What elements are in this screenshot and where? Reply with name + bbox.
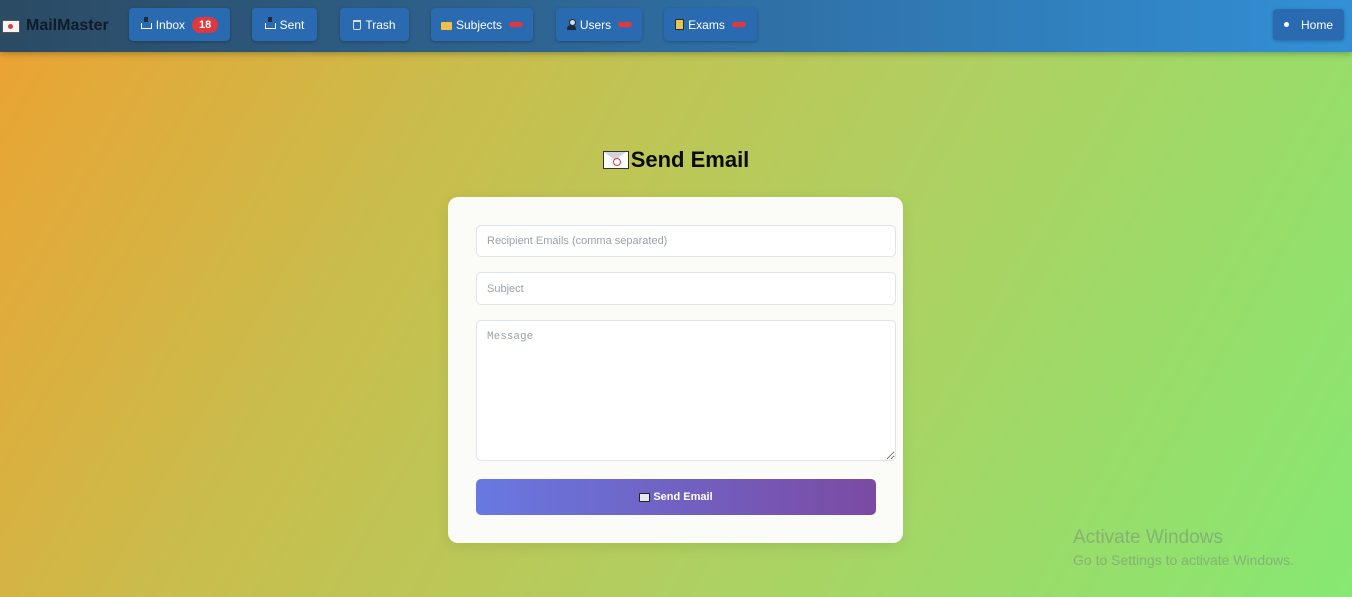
nav-inbox-button[interactable]: Inbox 18	[129, 8, 230, 41]
nav-exams-button[interactable]: Exams	[664, 8, 757, 41]
nav-home-label: Home	[1300, 17, 1333, 32]
nav-subjects-button[interactable]: Subjects	[431, 8, 533, 41]
nav-sent-button[interactable]: Sent	[252, 8, 317, 41]
trash-icon	[353, 19, 362, 30]
page-title-text: Send Email	[630, 147, 750, 172]
bullet-icon	[1283, 22, 1289, 27]
brand[interactable]: MailMaster	[2, 14, 109, 38]
top-navbar: MailMaster Inbox 18 Sent Trash Subjects …	[0, 0, 1352, 52]
exams-badge	[731, 22, 746, 27]
envelope-icon	[2, 19, 20, 33]
send-email-label: Send Email	[653, 491, 713, 503]
activate-windows-title: Activate Windows	[1073, 527, 1223, 548]
book-icon	[675, 19, 685, 30]
page-title: Send Email	[0, 147, 1352, 173]
nav-inbox-label: Inbox	[155, 17, 186, 32]
email-envelope-icon	[602, 151, 629, 169]
nav-trash-label: Trash	[365, 17, 396, 32]
send-email-button[interactable]: Send Email	[476, 479, 876, 515]
nav-home-button[interactable]: Home	[1273, 9, 1344, 40]
nav-users-label: Users	[579, 17, 612, 32]
user-icon	[566, 19, 576, 30]
send-email-form: Send Email	[448, 197, 903, 543]
nav-trash-button[interactable]: Trash	[340, 8, 409, 41]
recipients-input[interactable]	[476, 225, 896, 257]
nav-sent-label: Sent	[279, 17, 305, 32]
inbox-count-badge: 18	[192, 16, 219, 33]
brand-name: MailMaster	[26, 17, 109, 34]
subjects-badge	[509, 22, 524, 27]
inbox-tray-icon	[140, 17, 152, 29]
subject-input[interactable]	[476, 272, 896, 305]
send-tray-icon	[639, 492, 651, 502]
folder-icon	[440, 21, 452, 30]
users-badge	[618, 22, 633, 27]
nav-subjects-label: Subjects	[455, 17, 503, 32]
message-textarea[interactable]	[476, 320, 896, 461]
outbox-tray-icon	[264, 17, 276, 29]
nav-exams-label: Exams	[688, 17, 725, 32]
nav-users-button[interactable]: Users	[556, 8, 642, 41]
activate-windows-subtitle: Go to Settings to activate Windows.	[1073, 552, 1294, 568]
